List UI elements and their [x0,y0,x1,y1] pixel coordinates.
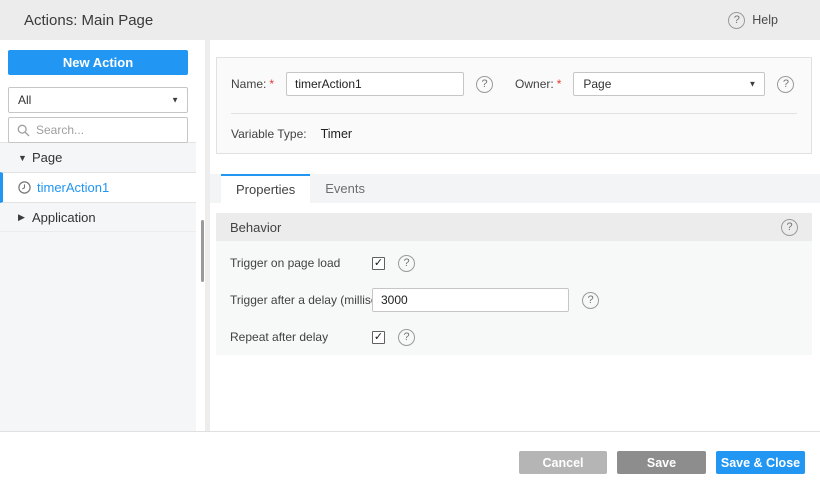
trigger-delay-input[interactable] [372,288,569,312]
variable-type-row: Variable Type: Timer [231,121,352,147]
help-icon: ? [728,11,746,29]
dialog-footer: Cancel Save Save & Close [0,431,820,489]
tree-item-page[interactable]: ▼ Page [0,143,196,172]
behavior-header: Behavior ? [216,213,812,241]
variable-type-value: Timer [320,127,353,141]
filter-select[interactable]: All ▼ [8,87,188,113]
search-icon [17,124,30,136]
behavior-panel: Behavior ? Trigger on page load ✓ ? Trig… [216,213,812,355]
owner-select-value: Page [583,77,612,91]
sidebar-controls: New Action All ▼ [0,40,196,143]
required-marker: * [556,77,562,91]
tree-item-application[interactable]: ▶ Application [0,203,196,232]
behavior-row: Repeat after delay ✓ ? [230,325,798,349]
action-editor: Name:* ? Owner:* Page ▼ ? Variable Type:… [210,40,820,431]
behavior-title: Behavior [230,219,282,235]
tree-item-timeraction1[interactable]: timerAction1 [0,172,196,203]
repeat-after-delay-label: Repeat after delay [230,330,329,344]
trigger-delay-help-icon[interactable]: ? [582,291,599,309]
chevron-collapsed-icon: ▶ [18,211,25,222]
search-input[interactable] [36,123,176,137]
behavior-row: Trigger after a delay (millisec... ? [230,288,798,312]
behavior-body: Trigger on page load ✓ ? Trigger after a… [216,241,812,355]
help-button[interactable]: ? Help [728,0,778,40]
owner-label: Owner: * [515,77,562,91]
actions-sidebar: New Action All ▼ ▼ Page timerAction1 ▶ [0,40,196,431]
save-button[interactable]: Save [617,451,706,474]
scrollbar-thumb[interactable] [201,220,204,282]
tree-item-label: Page [32,150,63,165]
trigger-on-page-load-checkbox[interactable]: ✓ [372,256,385,270]
name-owner-panel: Name:* ? Owner:* Page ▼ ? Variable Type:… [216,57,812,154]
tab-properties[interactable]: Properties [221,174,311,203]
behavior-row: Trigger on page load ✓ ? [230,251,798,275]
actions-tree: ▼ Page timerAction1 ▶ Application [0,143,196,232]
owner-select[interactable]: Page ▼ [573,72,766,96]
dialog-header: Actions: Main Page ? Help [0,0,820,40]
trigger-delay-label: Trigger after a delay (millisec... [230,293,372,307]
tree-item-label: Application [32,209,96,225]
trigger-on-page-load-label: Trigger on page load [230,256,341,270]
tab-events[interactable]: Events [310,174,380,203]
chevron-down-icon: ▼ [748,79,757,89]
name-help-icon[interactable]: ? [476,75,494,93]
behavior-help-icon[interactable]: ? [781,218,798,236]
editor-tabs: Properties Events [210,174,820,203]
tree-item-label: timerAction1 [37,180,110,195]
name-label: Name: * [231,77,275,91]
form-divider [231,113,797,114]
filter-select-value: All [18,93,32,107]
clock-icon [18,181,31,194]
cancel-button[interactable]: Cancel [519,451,607,474]
owner-help-icon[interactable]: ? [777,75,795,93]
repeat-after-delay-checkbox[interactable]: ✓ [372,330,385,344]
page-title: Actions: Main Page [24,11,154,29]
required-marker: * [269,77,275,91]
name-owner-row: Name:* ? Owner:* Page ▼ ? [231,71,797,97]
chevron-expanded-icon: ▼ [18,152,27,163]
search-box [8,117,188,143]
trigger-on-page-load-help-icon[interactable]: ? [398,254,415,272]
repeat-after-delay-help-icon[interactable]: ? [398,328,415,346]
panel-gutter [196,40,210,431]
chevron-down-icon: ▼ [171,95,179,105]
save-and-close-button[interactable]: Save & Close [716,451,805,474]
check-icon: ✓ [373,256,384,269]
check-icon: ✓ [373,330,384,343]
help-label: Help [752,13,778,27]
variable-type-label: Variable Type: [231,127,307,141]
name-input[interactable] [286,72,465,96]
new-action-button[interactable]: New Action [8,50,188,75]
